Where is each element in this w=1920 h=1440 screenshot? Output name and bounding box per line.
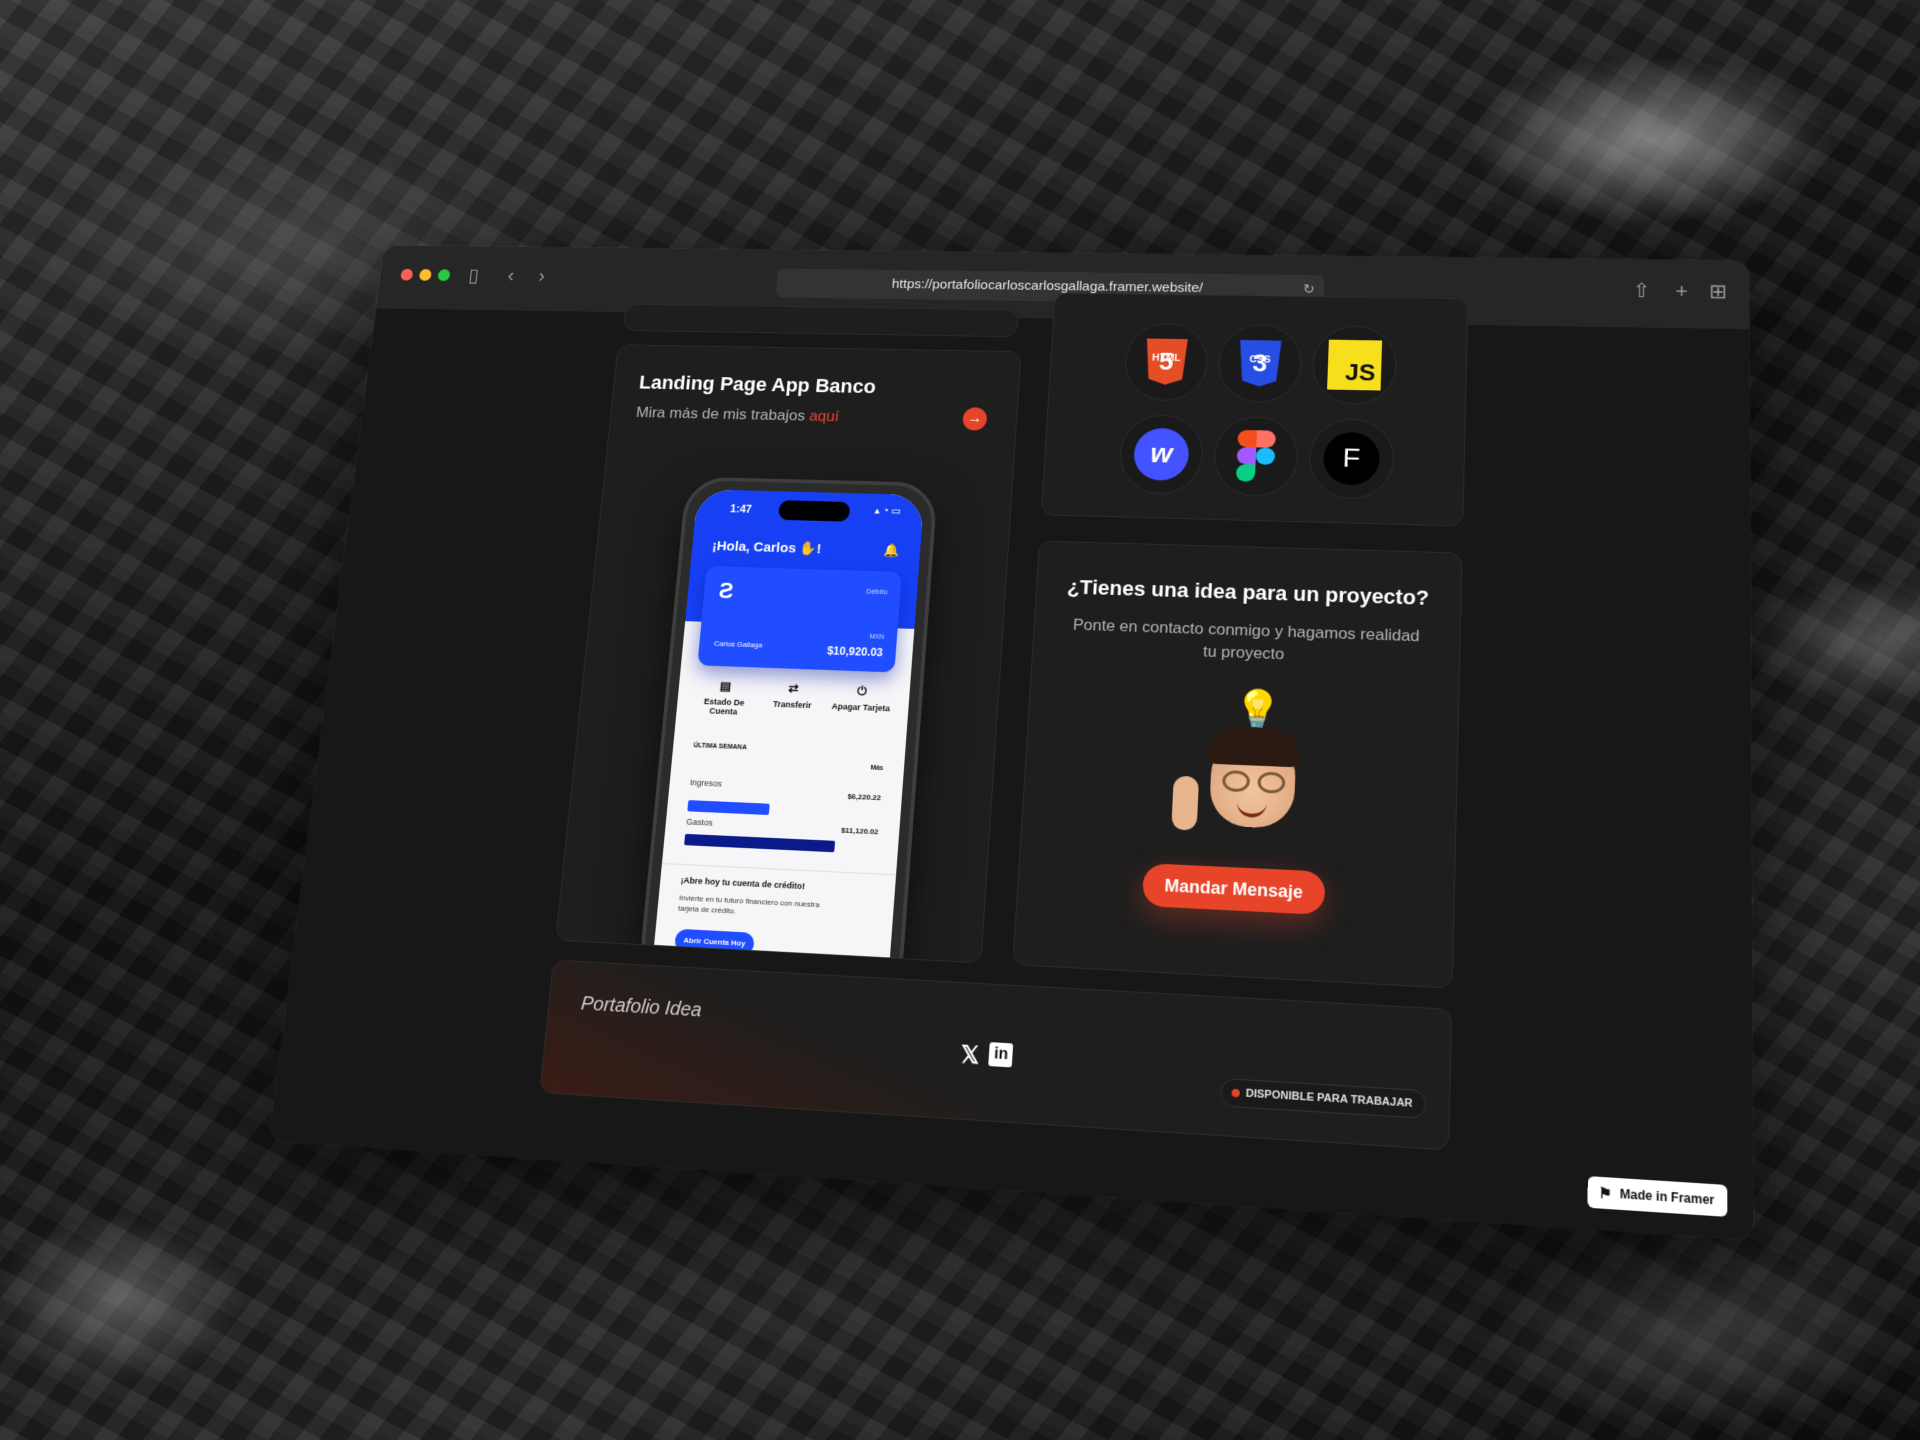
cta-title: ¿Tienes una idea para un proyecto? [1066, 575, 1430, 610]
tab-overview-icon[interactable]: ⊞ [1709, 280, 1727, 304]
footer: Portafolio Idea 𝕏 in DISPONIBLE PARA TRA… [539, 959, 1453, 1151]
skill-javascript: JS [1311, 325, 1398, 406]
power-icon: ⏻ [856, 684, 868, 699]
income-value: $6,220.22 [847, 792, 882, 803]
promo-text: Invierte en tu futuro financiero con nue… [677, 893, 820, 916]
footer-brand[interactable]: Portafolio Idea [580, 993, 703, 1022]
project-link[interactable]: aquí [809, 408, 840, 425]
contact-card: ¿Tienes una idea para un proyecto? Ponte… [1012, 540, 1463, 989]
minimize-window-button[interactable] [418, 269, 432, 281]
sidebar-icon[interactable]: ▯ [467, 265, 480, 287]
skill-css: CSS 3 [1216, 323, 1303, 404]
new-tab-icon[interactable]: + [1675, 280, 1688, 303]
memoji-avatar: 💡 [1166, 685, 1310, 853]
cta-subtitle: Ponte en contacto conmigo y hagamos real… [1072, 615, 1420, 664]
income-bar [687, 800, 770, 816]
transfer-icon: ⇄ [787, 681, 800, 696]
previous-card-edge [622, 303, 1019, 338]
skill-framer: F [1307, 417, 1396, 500]
project-subtitle: Mira más de mis trabajos aquí [635, 404, 839, 426]
bell-icon: 🔔 [883, 542, 901, 558]
document-icon: ▤ [719, 678, 732, 694]
page-content: Landing Page App Banco Mira más de mis t… [268, 292, 1754, 1241]
made-in-framer-badge[interactable]: ⚑ Made in Framer [1587, 1176, 1728, 1217]
back-icon[interactable]: ‹ [507, 265, 516, 287]
skills-card: HTML 5 CSS 3 JS w F [1040, 292, 1469, 527]
javascript-icon: JS [1327, 339, 1383, 391]
framer-icon: ⚑ [1598, 1184, 1612, 1202]
action-transfer: ⇄ Transferir [761, 681, 823, 720]
status-dot [1231, 1088, 1240, 1098]
forward-icon[interactable]: › [537, 266, 546, 288]
project-title: Landing Page App Banco [638, 371, 877, 398]
action-label: Estado De Cuenta [703, 696, 745, 717]
badge-label: Made in Framer [1619, 1186, 1715, 1208]
availability-badge: DISPONIBLE PARA TRABAJAR [1219, 1077, 1427, 1119]
bank-card: Ƨ Débito Carlos Gallaga MXN $10,920.03 [697, 565, 902, 673]
project-card[interactable]: Landing Page App Banco Mira más de mis t… [555, 344, 1022, 964]
action-statement: ▤ Estado De Cuenta [694, 678, 756, 717]
html5-icon: HTML 5 [1144, 338, 1187, 385]
status-icons: ▴ ◔ ▭ [874, 505, 902, 517]
webflow-icon: w [1132, 427, 1190, 482]
action-label: Apagar Tarjeta [831, 701, 891, 714]
css3-icon: CSS 3 [1238, 340, 1281, 387]
framer-icon: F [1322, 431, 1381, 486]
expense-bar [684, 833, 835, 853]
dynamic-island [777, 500, 851, 522]
divider [661, 863, 897, 876]
skill-html: HTML 5 [1123, 322, 1210, 402]
income-label: Ingresos [689, 777, 723, 789]
open-account-button: Abrir Cuenta Hoy [674, 928, 755, 956]
social-links: 𝕏 in [960, 1040, 1014, 1072]
card-holder: Carlos Gallaga [713, 639, 763, 650]
close-window-button[interactable] [400, 268, 414, 281]
card-currency: MXN [869, 633, 885, 641]
send-message-button[interactable]: Mandar Mensaje [1141, 863, 1326, 915]
project-subtitle-text: Mira más de mis trabajos [635, 403, 806, 425]
week-label: ÚLTIMA SEMANA [693, 742, 748, 752]
quick-actions: ▤ Estado De Cuenta ⇄ Transferir ⏻ Apagar… [689, 678, 897, 723]
skill-figma [1212, 415, 1300, 498]
bank-logo-icon: Ƨ [717, 578, 735, 604]
skill-webflow: w [1117, 414, 1205, 495]
action-label: Transferir [772, 699, 812, 711]
zoom-window-button[interactable] [437, 269, 451, 282]
linkedin-icon[interactable]: in [988, 1042, 1014, 1068]
action-card-off: ⏻ Apagar Tarjeta [830, 683, 892, 722]
share-icon[interactable]: ⇧ [1633, 279, 1651, 302]
url-text: https://portafoliocarloscarlosgallaga.fr… [891, 276, 1204, 296]
x-icon[interactable]: 𝕏 [960, 1040, 981, 1070]
card-type: Débito [865, 587, 888, 597]
card-balance: $10,920.03 [826, 644, 884, 660]
more-label: Más [870, 764, 884, 772]
promo-title: ¡Abre hoy tu cuenta de crédito! [680, 875, 806, 892]
phone-mockup: 1:47 ▴ ◔ ▭ ¡Hola, Carlos ✋! 🔔 Ƨ Débito C… [637, 476, 939, 964]
status-time: 1:47 [729, 502, 753, 516]
expense-value: $11,120.02 [840, 825, 879, 837]
figma-icon [1235, 429, 1276, 483]
phone-screen: 1:47 ▴ ◔ ▭ ¡Hola, Carlos ✋! 🔔 Ƨ Débito C… [650, 489, 925, 964]
availability-label: DISPONIBLE PARA TRABAJAR [1245, 1087, 1413, 1110]
greeting: ¡Hola, Carlos ✋! [711, 538, 822, 557]
browser-window: ▯ ‹ › https://portafoliocarloscarlosgall… [268, 245, 1754, 1241]
expense-label: Gastos [685, 816, 714, 828]
arrow-right-icon[interactable]: → [962, 407, 988, 431]
